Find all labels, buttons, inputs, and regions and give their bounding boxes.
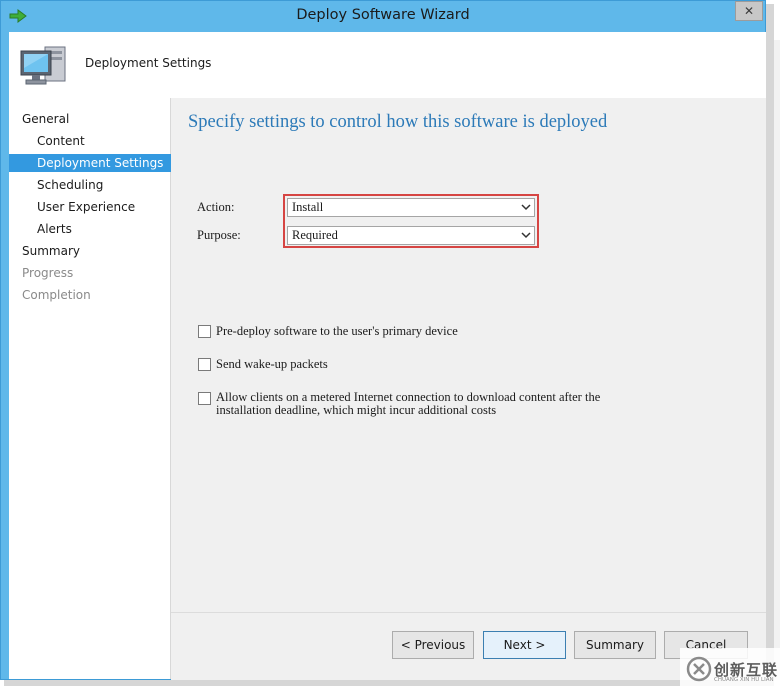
purpose-select-value: Required (292, 228, 338, 242)
window-shadow-bottom (4, 680, 774, 686)
wizard-window: Deploy Software Wizard ✕ Deployment Sett… (0, 0, 766, 680)
watermark-logo: 创新互联 CHUANG XIN HU LIAN (680, 648, 780, 690)
nav-item-scheduling[interactable]: Scheduling (9, 176, 198, 194)
predeploy-checkbox[interactable] (198, 325, 211, 338)
metered-connection-label-line2: installation deadline, which might incur… (216, 403, 497, 417)
purpose-label: Purpose: (197, 228, 241, 242)
computer-icon (20, 46, 66, 85)
wakeup-label: Send wake-up packets (216, 357, 328, 371)
logo-icon (686, 656, 712, 682)
metered-connection-checkbox[interactable] (198, 392, 211, 405)
wizard-footer: < Previous Next > Summary Cancel (171, 612, 766, 680)
chevron-down-icon (521, 232, 531, 239)
nav-item-general[interactable]: General (9, 110, 183, 128)
title-bar[interactable]: Deploy Software Wizard ✕ (1, 1, 765, 31)
header-title: Deployment Settings (85, 56, 212, 70)
nav-item-deployment-settings[interactable]: Deployment Settings (9, 154, 198, 172)
wakeup-checkbox[interactable] (198, 358, 211, 371)
wizard-nav: General Content Deployment Settings Sche… (9, 98, 198, 679)
purpose-select[interactable]: Required (287, 226, 535, 245)
page-heading: Specify settings to control how this sof… (188, 112, 608, 132)
nav-item-user-experience[interactable]: User Experience (9, 198, 198, 216)
settings-panel: Specify settings to control how this sof… (171, 98, 766, 612)
wizard-client-area: Deployment Settings General Content Depl… (9, 32, 766, 680)
chevron-down-icon (521, 204, 531, 211)
nav-item-alerts[interactable]: Alerts (9, 220, 198, 238)
action-select[interactable]: Install (287, 198, 535, 217)
close-button[interactable]: ✕ (735, 1, 763, 21)
previous-button[interactable]: < Previous (392, 631, 474, 659)
nav-item-content[interactable]: Content (9, 132, 198, 150)
nav-item-completion: Completion (22, 288, 91, 302)
predeploy-label: Pre-deploy software to the user's primar… (216, 324, 458, 338)
nav-item-summary[interactable]: Summary (9, 242, 183, 260)
window-shadow (766, 4, 774, 684)
nav-item-progress: Progress (22, 266, 74, 280)
next-button[interactable]: Next > (483, 631, 566, 659)
window-title: Deploy Software Wizard (296, 7, 470, 23)
watermark-subtext: CHUANG XIN HU LIAN (714, 677, 774, 683)
action-select-value: Install (292, 200, 324, 214)
wizard-header: Deployment Settings (9, 32, 766, 98)
action-label: Action: (197, 200, 235, 214)
summary-button[interactable]: Summary (574, 631, 656, 659)
